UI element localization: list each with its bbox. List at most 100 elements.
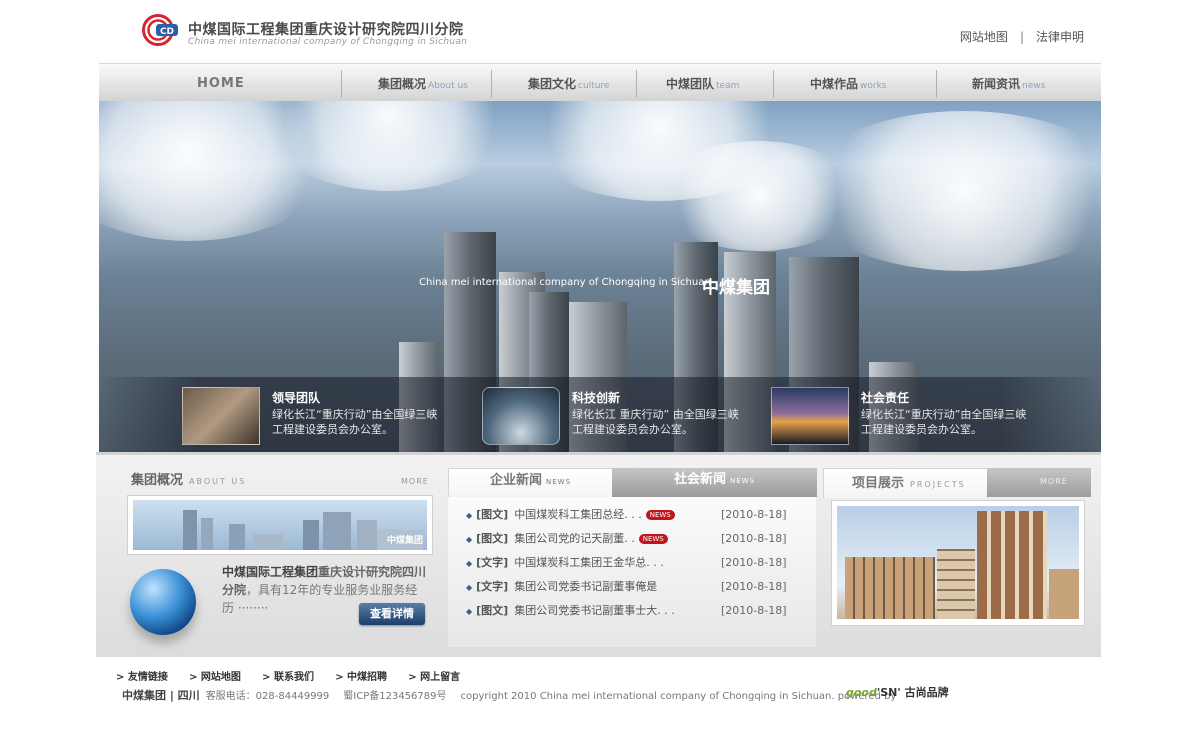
nav-divider [636,70,637,98]
feature-thumb [771,387,849,445]
nav-about-en: About us [428,81,468,91]
tab-social-news-label: 社会新闻 [673,472,726,487]
site-logo[interactable]: CD 中煤国际工程集团重庆设计研究院四川分院 China mei interna… [140,12,470,52]
about-title-en: ABOUT US [189,477,247,486]
feature-responsibility[interactable]: 社会责任 绿化长江“重庆行动”由全国绿三峡工程建设委员会办公室。 [771,387,1041,445]
feature-innovation[interactable]: 科技创新 绿化长江 重庆行动” 由全国绿三峡工程建设委员会办公室。 [482,387,752,445]
feature-title: 社会责任 [861,391,910,405]
about-skyline: 中煤集团 [133,500,427,550]
nav-team-en: team [716,81,740,91]
nav-team[interactable]: 中煤团队 team [666,64,739,102]
top-link-separator: | [1019,30,1024,44]
logo-title: 中煤国际工程集团重庆设计研究院四川分院 [188,22,464,38]
bullet-icon: ◆ [466,511,473,520]
news-date: [2010-8-18] [721,508,787,521]
about-image: 中煤集团 [127,495,433,555]
nav-news-cn: 新闻资讯 [972,77,1021,91]
powered-brand: 'SN' 古尚品牌 [876,686,949,699]
about-heading: 集团概况 ABOUT US [131,469,246,488]
top-links: 网站地图 | 法律申明 [960,28,1084,45]
news-tag: [文字] [476,556,509,569]
news-badge: NEWS [645,510,675,520]
footer-link-contact[interactable]: > 联系我们 [262,672,314,683]
tab-company-news-en: NEWS [545,478,572,486]
about-image-label: 中煤集团 [386,536,423,546]
main-nav: HOME 集团概况 About us 集团文化 culture 中煤团队 team 中… [99,63,1101,103]
feature-title: 领导团队 [272,391,321,405]
footer-link-friends[interactable]: > 友情链接 [116,672,168,683]
projects-more-link[interactable]: MORE [1040,477,1068,486]
hero-banner: China mei international company of Chong… [99,101,1101,452]
nav-culture-en: culture [578,81,610,91]
feature-leadership[interactable]: 领导团队 绿化长江“重庆行动”由全国绿三峡工程建设委员会办公室。 [182,387,452,445]
news-badge: NEWS [638,534,668,544]
list-item[interactable]: ◆ [图文] 中国煤炭科工集团总经. . . NEWS [2010-8-18] [466,505,806,525]
banner-caption-en: China mei international company of Chong… [419,277,711,288]
nav-home[interactable]: HOME [197,64,245,102]
project-building [1049,569,1079,619]
news-title: 中国煤炭科工集团王金华总. . . [514,556,664,569]
list-item[interactable]: ◆ [图文] 集团公司党的记天副董. . NEWS [2010-8-18] [466,529,806,549]
nav-works-cn: 中煤作品 [810,77,859,91]
news-tag: [图文] [476,508,509,521]
list-item[interactable]: ◆ [图文] 集团公司党委书记副董事士大. . . [2010-8-18] [466,601,806,621]
list-item[interactable]: ◆ [文字] 集团公司党委书记副董事俺是 [2010-8-18] [466,577,806,597]
projects-tab-bar [987,468,1091,497]
footer-info: 中煤集团 | 四川 客服电话：028-84449999 蜀ICP备123456789… [122,687,896,703]
feature-desc: 绿化长江“重庆行动”由全国绿三峡工程建设委员会办公室。 [861,408,1027,436]
news-tag: [文字] [476,580,509,593]
legal-link[interactable]: 法律申明 [1036,30,1084,44]
project-showcase[interactable] [831,500,1085,626]
nav-culture-cn: 集团文化 [528,77,577,91]
nav-news[interactable]: 新闻资讯 news [972,64,1045,102]
feature-title: 科技创新 [572,391,621,405]
nav-news-en: news [1022,81,1046,91]
about-heading-bold: 中煤国际工程集团 [222,565,319,579]
news-list: ◆ [图文] 中国煤炭科工集团总经. . . NEWS [2010-8-18] ◆ [图… [448,497,816,647]
footer-link-sitemap[interactable]: > 网站地图 [189,672,241,683]
banner-features: 领导团队 绿化长江“重庆行动”由全国绿三峡工程建设委员会办公室。 科技创新 绿化… [99,377,1101,452]
about-more-link[interactable]: MORE [401,477,429,486]
globe-icon [130,569,196,635]
projects-heading: 项目展示 PROJECTS [852,472,966,491]
tab-company-news[interactable]: 企业新闻 NEWS [448,468,613,498]
logo-mark-icon: CD [142,14,178,46]
powered-by-logo[interactable]: good'SN' 古尚品牌 [846,684,949,700]
list-item[interactable]: ◆ [文字] 中国煤炭科工集团王金华总. . . [2010-8-18] [466,553,806,573]
nav-divider [491,70,492,98]
banner-cloud [659,141,859,251]
project-image [837,506,1079,619]
powered-good: good [846,686,877,699]
feature-thumb [482,387,560,445]
nav-about[interactable]: 集团概况 About us [378,64,468,102]
news-date: [2010-8-18] [721,556,787,569]
nav-culture[interactable]: 集团文化 culture [528,64,609,102]
feature-desc: 绿化长江“重庆行动”由全国绿三峡工程建设委员会办公室。 [272,408,438,436]
news-date: [2010-8-18] [721,532,787,545]
bullet-icon: ◆ [466,559,473,568]
project-building [977,511,1047,619]
content-area: 集团概况 ABOUT US MORE 中煤集团 中煤国际工程集团重庆设计研究院四川… [96,452,1101,657]
tab-social-news[interactable]: 社会新闻 NEWS [612,468,817,497]
news-tabs: 企业新闻 NEWS 社会新闻 NEWS [448,468,817,498]
nav-works-en: works [860,81,887,91]
banner-caption-cn: 中煤集团 [702,278,770,298]
nav-about-cn: 集团概况 [378,77,427,91]
nav-works[interactable]: 中煤作品 works [810,64,886,102]
nav-divider [936,70,937,98]
projects-title-en: PROJECTS [910,480,966,489]
sitemap-link[interactable]: 网站地图 [960,30,1008,44]
projects-title: 项目展示 [852,476,905,491]
feature-desc: 绿化长江 重庆行动” 由全国绿三峡工程建设委员会办公室。 [572,408,739,436]
bullet-icon: ◆ [466,583,473,592]
logo-subtitle: China mei international company of Chong… [188,37,468,47]
view-details-button[interactable]: 查看详情 [359,603,425,625]
about-title: 集团概况 [131,473,184,488]
project-building [845,557,935,619]
footer-link-jobs[interactable]: > 中煤招聘 [335,672,387,683]
footer-link-message[interactable]: > 网上留言 [408,672,460,683]
project-building [937,549,975,619]
nav-team-cn: 中煤团队 [666,77,715,91]
tab-social-news-en: NEWS [729,477,756,485]
nav-divider [341,70,342,98]
